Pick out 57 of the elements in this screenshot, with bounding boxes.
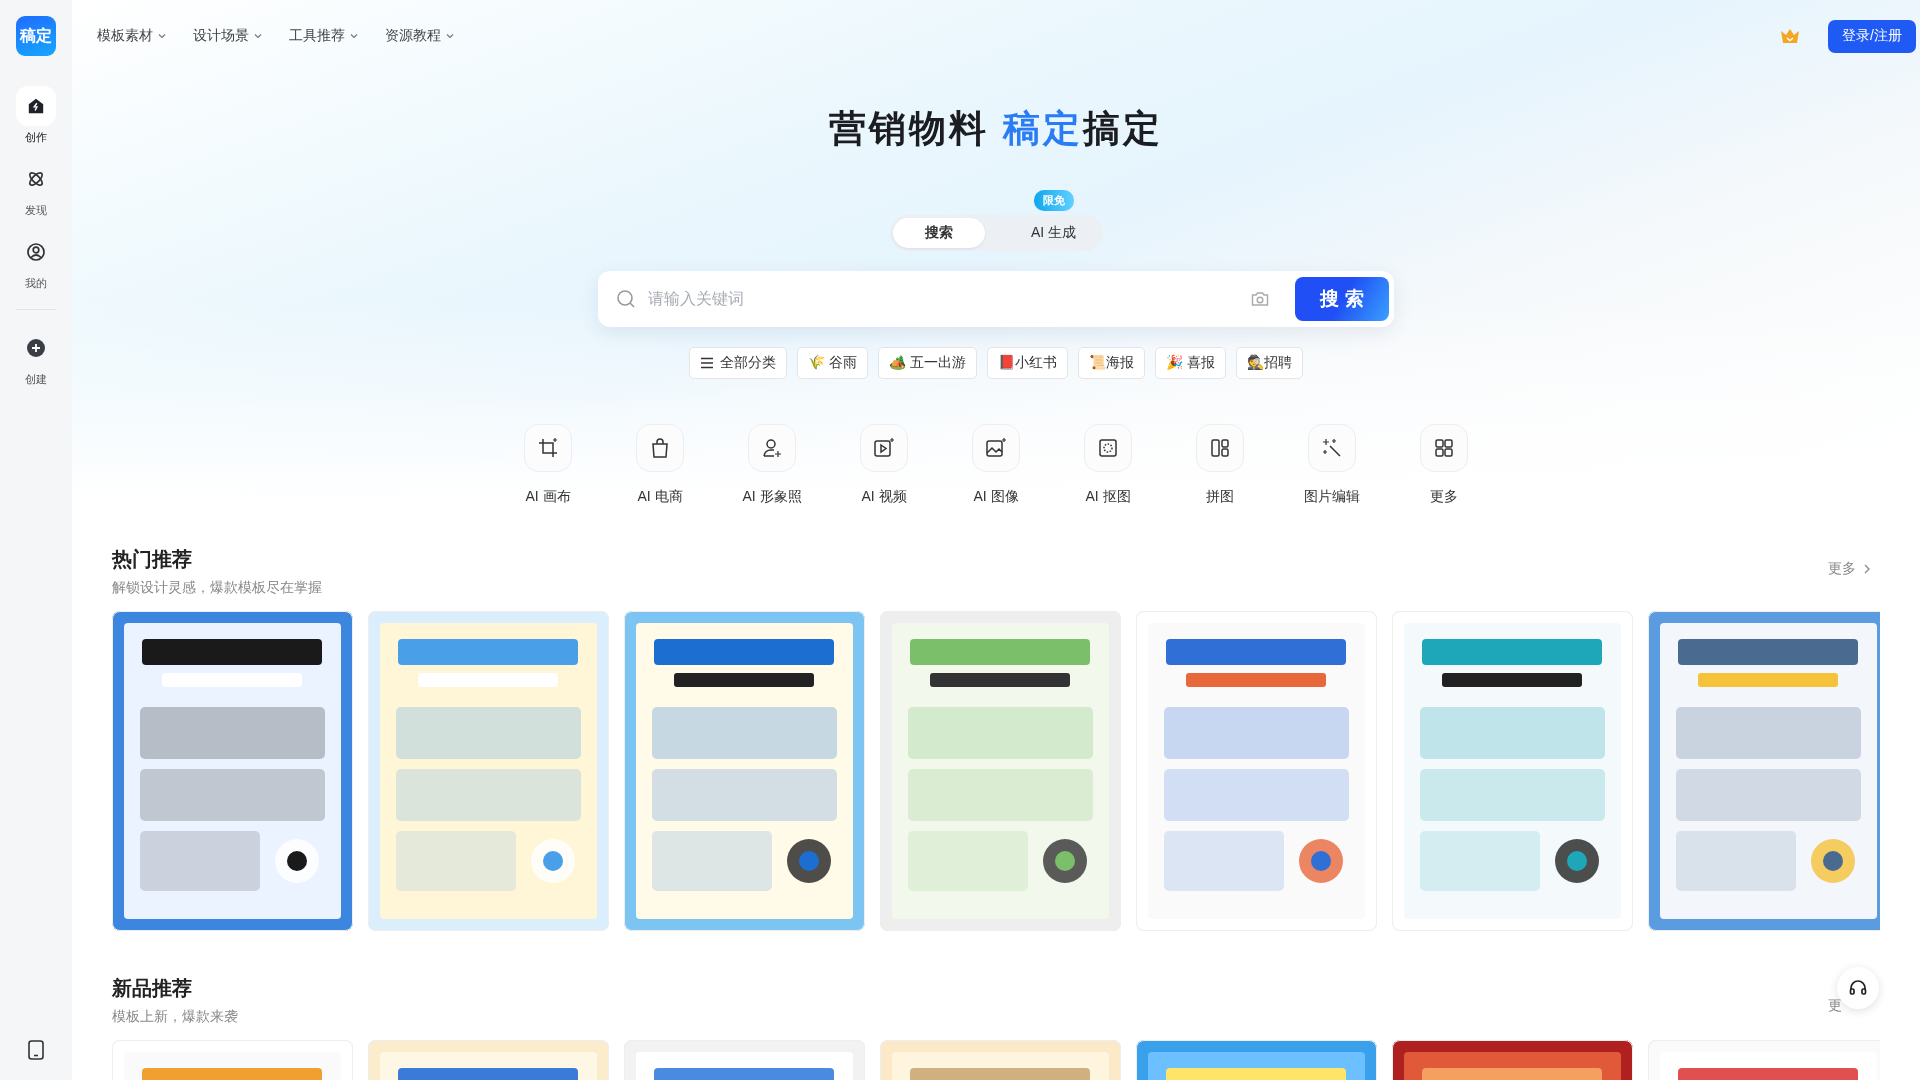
search-button[interactable]: 搜 索 (1295, 277, 1389, 321)
home-icon (27, 97, 45, 115)
nav-menu[interactable]: 模板素材 (97, 27, 167, 45)
login-button[interactable]: 登录/注册 (1828, 19, 1916, 53)
tag-button[interactable]: 🏕 五一出游 (878, 347, 977, 379)
tag-button[interactable]: 🕵招聘 (1235, 347, 1303, 379)
more-link[interactable]: 更 (1828, 997, 1842, 1015)
tag-button[interactable]: 🎉 喜报 (1154, 347, 1226, 379)
tool-item[interactable]: 图片编辑 (1295, 424, 1369, 506)
cutout-icon (1096, 436, 1120, 460)
tag-button[interactable]: 全部分类 (689, 347, 788, 379)
menu-icon (700, 357, 715, 369)
search-field[interactable]: 请输入关键词 搜 索 (598, 271, 1394, 327)
free-badge: 限免 (1033, 190, 1074, 211)
nav-menu[interactable]: 设计场景 (193, 27, 263, 45)
tag-button[interactable]: 📕小红书 (986, 347, 1068, 379)
tool-item[interactable]: AI 图像 (959, 424, 1033, 506)
section-title: 新品推荐 (112, 976, 193, 1001)
grid-icon (1432, 436, 1456, 460)
search-icon (616, 289, 636, 309)
nav-menu[interactable]: 资源教程 (385, 27, 455, 45)
section-subtitle: 解锁设计灵感，爆款模板尽在掌握 (112, 579, 322, 597)
hero-title: 营销物料 稿定搞定 (829, 107, 1163, 151)
atom-icon (26, 169, 46, 189)
video-icon (872, 436, 896, 460)
chevron-down-icon (349, 31, 359, 41)
chevron-right-icon (1862, 563, 1872, 575)
headset-icon (1848, 978, 1868, 998)
chevron-down-icon (445, 31, 455, 41)
user-icon (26, 242, 46, 262)
tool-item[interactable]: AI 抠图 (1071, 424, 1145, 506)
tool-item[interactable]: AI 电商 (623, 424, 697, 506)
plus-icon (26, 338, 46, 358)
phone-icon[interactable] (27, 1040, 45, 1060)
sidebar-item[interactable]: 我的 (16, 232, 56, 291)
mode-tab[interactable]: 搜索 (892, 218, 985, 248)
tool-item[interactable]: AI 视频 (847, 424, 921, 506)
tool-item[interactable]: 拼图 (1183, 424, 1257, 506)
tag-button[interactable]: 🌾 谷雨 (797, 347, 869, 379)
chevron-down-icon (253, 31, 263, 41)
chevron-down-icon (157, 31, 167, 41)
create-button[interactable]: 创建 (16, 328, 56, 387)
tool-item[interactable]: AI 形象照 (735, 424, 809, 506)
tag-button[interactable]: 📜海报 (1077, 347, 1145, 379)
tool-item[interactable]: AI 画布 (511, 424, 585, 506)
person-icon (760, 436, 784, 460)
section-title: 热门推荐 (112, 547, 193, 572)
sidebar-item[interactable]: 发现 (16, 159, 56, 218)
section-subtitle: 模板上新，爆款来袭 (112, 1008, 238, 1026)
nav-menu[interactable]: 工具推荐 (289, 27, 359, 45)
mode-tab[interactable]: AI 生成 (1007, 218, 1100, 248)
more-link[interactable]: 更多 (1828, 560, 1872, 578)
crop-icon (536, 436, 560, 460)
image-icon (984, 436, 1008, 460)
logo[interactable]: 稿定 (16, 16, 56, 56)
collage-icon (1208, 436, 1232, 460)
tool-item[interactable]: 更多 (1407, 424, 1481, 506)
